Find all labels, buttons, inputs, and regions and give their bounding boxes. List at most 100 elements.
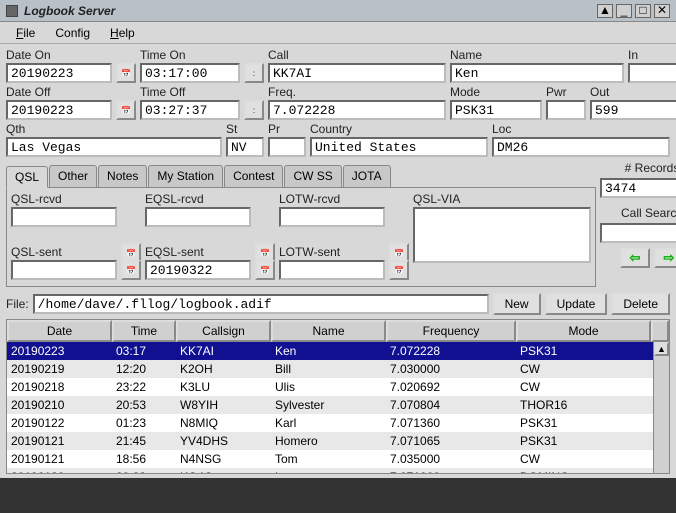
window-title: Logbook Server: [24, 4, 594, 18]
table-row[interactable]: 2019012020:28KG4QLarry7.071000DOMINO: [7, 468, 669, 473]
delete-button[interactable]: Delete: [611, 293, 670, 315]
input-pr[interactable]: [268, 137, 306, 157]
window-minimize-button[interactable]: _: [616, 4, 632, 18]
input-time-off[interactable]: [140, 100, 240, 120]
tab-strip: QSL Other Notes My Station Contest CW SS…: [6, 165, 596, 187]
input-date-off[interactable]: [6, 100, 112, 120]
input-out[interactable]: [590, 100, 676, 120]
calendar-date-on[interactable]: 📅: [116, 63, 136, 83]
window-shade-button[interactable]: ▲: [597, 4, 613, 18]
cell-time: 21:45: [112, 433, 176, 449]
col-mode[interactable]: Mode: [516, 320, 651, 342]
tab-qsl[interactable]: QSL: [6, 166, 48, 188]
tab-jota[interactable]: JOTA: [343, 165, 391, 187]
window-close-button[interactable]: ✕: [654, 4, 670, 18]
cell-time: 23:22: [112, 379, 176, 395]
table-row[interactable]: 2019021823:22K3LUUlis7.020692CW: [7, 378, 669, 396]
input-freq[interactable]: [268, 100, 446, 120]
input-call-search[interactable]: [600, 223, 676, 243]
table-row[interactable]: 2019012121:45YV4DHSHomero7.071065PSK31: [7, 432, 669, 450]
new-button[interactable]: New: [493, 293, 541, 315]
table-row[interactable]: 2019012118:56N4NSGTom7.035000CW: [7, 450, 669, 468]
cell-frequency: 7.035000: [386, 451, 516, 467]
search-next-button[interactable]: ⇨: [654, 248, 676, 268]
input-pwr[interactable]: [546, 100, 586, 120]
input-eqsl-sent[interactable]: [145, 260, 251, 280]
cell-date: 20190219: [7, 361, 112, 377]
input-call[interactable]: [268, 63, 446, 83]
label-eqsl-rcvd: EQSL-rcvd: [145, 192, 251, 206]
menu-config[interactable]: Config: [45, 24, 100, 42]
tab-contest[interactable]: Contest: [224, 165, 283, 187]
input-qth[interactable]: [6, 137, 222, 157]
input-eqsl-rcvd[interactable]: [145, 207, 251, 227]
vertical-scrollbar[interactable]: ▲: [653, 342, 669, 473]
input-name[interactable]: [450, 63, 624, 83]
cell-date: 20190121: [7, 451, 112, 467]
input-date-on[interactable]: [6, 63, 112, 83]
col-name[interactable]: Name: [271, 320, 386, 342]
window-maximize-button[interactable]: □: [635, 4, 651, 18]
input-st[interactable]: [226, 137, 264, 157]
label-qsl-via: QSL-VIA: [413, 192, 591, 206]
time-colon-button-off[interactable]: :: [244, 100, 264, 120]
menu-help[interactable]: Help: [100, 24, 145, 42]
app-icon: [6, 5, 18, 17]
input-loc[interactable]: [492, 137, 670, 157]
label-records: # Records: [600, 161, 676, 175]
table-row[interactable]: 2019021020:53W8YIHSylvester7.070804THOR1…: [7, 396, 669, 414]
calendar-date-off[interactable]: 📅: [116, 100, 136, 120]
cell-mode: THOR16: [516, 397, 651, 413]
cell-frequency: 7.071000: [386, 469, 516, 473]
label-qsl-sent: QSL-sent: [11, 245, 117, 259]
calendar-lotw-sent[interactable]: 📅: [389, 260, 409, 280]
calendar-eqsl-sent[interactable]: 📅: [255, 260, 275, 280]
tab-notes[interactable]: Notes: [98, 165, 147, 187]
table-row[interactable]: 2019021912:20K2OHBill7.030000CW: [7, 360, 669, 378]
cell-callsign: YV4DHS: [176, 433, 271, 449]
input-qsl-sent[interactable]: [11, 260, 117, 280]
table-row[interactable]: 2019012201:23N8MIQKarl7.071360PSK31: [7, 414, 669, 432]
col-frequency[interactable]: Frequency: [386, 320, 516, 342]
input-time-on[interactable]: [140, 63, 240, 83]
search-prev-button[interactable]: ⇦: [620, 248, 650, 268]
calendar-qsl-sent[interactable]: 📅: [121, 260, 141, 280]
cell-mode: PSK31: [516, 415, 651, 431]
time-colon-button-on[interactable]: :: [244, 63, 264, 83]
tab-other[interactable]: Other: [49, 165, 97, 187]
label-lotw-sent: LOTW-sent: [279, 245, 385, 259]
scroll-up-button[interactable]: ▲: [654, 342, 669, 356]
cell-callsign: KG4Q: [176, 469, 271, 473]
cell-date: 20190218: [7, 379, 112, 395]
input-qsl-via[interactable]: [413, 207, 591, 263]
cell-mode: PSK31: [516, 343, 651, 359]
input-country[interactable]: [310, 137, 488, 157]
label-date-off: Date Off: [6, 85, 112, 99]
input-in[interactable]: [628, 63, 676, 83]
cell-frequency: 7.071065: [386, 433, 516, 449]
cell-name: Ulis: [271, 379, 386, 395]
input-mode[interactable]: [450, 100, 542, 120]
input-lotw-rcvd[interactable]: [279, 207, 385, 227]
cell-frequency: 7.030000: [386, 361, 516, 377]
col-date[interactable]: Date: [7, 320, 112, 342]
input-records[interactable]: [600, 178, 676, 198]
label-pr: Pr: [268, 122, 306, 136]
table-row[interactable]: 2019022303:17KK7AIKen7.072228PSK31: [7, 342, 669, 360]
col-time[interactable]: Time: [112, 320, 176, 342]
label-lotw-rcvd: LOTW-rcvd: [279, 192, 385, 206]
input-filepath[interactable]: [33, 294, 489, 314]
input-qsl-rcvd[interactable]: [11, 207, 117, 227]
col-callsign[interactable]: Callsign: [176, 320, 271, 342]
tab-mystation[interactable]: My Station: [148, 165, 223, 187]
label-call-search: Call Search: [600, 206, 676, 220]
input-lotw-sent[interactable]: [279, 260, 385, 280]
cell-callsign: N4NSG: [176, 451, 271, 467]
cell-date: 20190121: [7, 433, 112, 449]
update-button[interactable]: Update: [545, 293, 608, 315]
cell-time: 03:17: [112, 343, 176, 359]
cell-name: Tom: [271, 451, 386, 467]
tab-cwss[interactable]: CW SS: [284, 165, 341, 187]
menu-file[interactable]: File: [6, 24, 45, 42]
label-time-off: Time Off: [140, 85, 240, 99]
